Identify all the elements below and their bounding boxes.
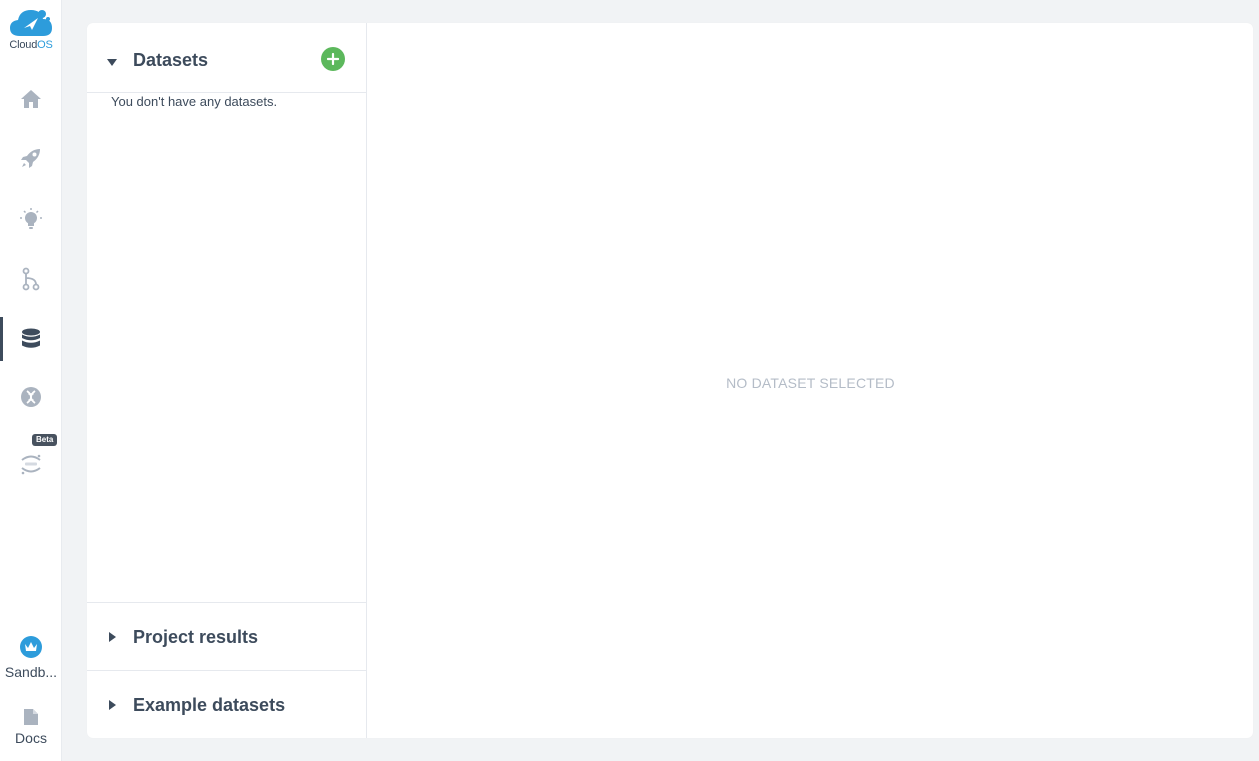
datasets-sidebar: Datasets You don't have any datasets. Pr…: [87, 23, 367, 738]
example-datasets-section-header[interactable]: Example datasets: [87, 671, 366, 738]
caret-right-icon: [107, 632, 117, 642]
nav-jupyter[interactable]: [0, 442, 62, 486]
main-card: Datasets You don't have any datasets. Pr…: [87, 23, 1253, 738]
cloudos-logo[interactable]: CloudOS: [0, 6, 62, 56]
example-datasets-title: Example datasets: [133, 695, 286, 715]
project-results-title: Project results: [133, 627, 259, 647]
dna-icon: [21, 387, 41, 407]
nav-genomics[interactable]: [0, 375, 62, 419]
add-dataset-button[interactable]: [321, 47, 345, 71]
jupyter-icon: [21, 454, 41, 475]
caret-right-icon: [107, 700, 117, 710]
plus-icon: [327, 53, 339, 65]
left-nav-rail: CloudOS Beta Sandb... Docs: [0, 0, 62, 761]
sandbox-label: Sandb...: [4, 664, 58, 680]
nav-workspace-sandbox[interactable]: Sandb...: [0, 636, 62, 680]
nav-docs[interactable]: Docs: [0, 708, 62, 746]
nav-launch[interactable]: [0, 136, 62, 180]
caret-down-icon: [107, 57, 117, 67]
datasets-title: Datasets: [133, 50, 209, 70]
project-results-section-header[interactable]: Project results: [87, 603, 366, 670]
crown-icon: [20, 636, 42, 658]
branch-icon: [22, 267, 40, 291]
empty-datasets-message: You don't have any datasets.: [111, 94, 278, 109]
docs-label: Docs: [15, 730, 47, 746]
document-icon: [24, 709, 38, 725]
database-icon: [22, 328, 40, 348]
nav-insights[interactable]: [0, 197, 62, 241]
logo-wordmark: CloudOS: [9, 39, 53, 51]
home-icon: [21, 90, 41, 108]
nav-home[interactable]: [0, 77, 62, 121]
datasets-header-divider: [87, 92, 366, 93]
nav-datasets[interactable]: [0, 317, 62, 361]
cloud-rocket-icon: [10, 10, 52, 36]
rocket-icon: [21, 149, 40, 168]
lightbulb-icon: [20, 208, 42, 229]
no-dataset-selected-message: NO DATASET SELECTED: [726, 375, 895, 391]
nav-pipelines[interactable]: [0, 257, 62, 301]
